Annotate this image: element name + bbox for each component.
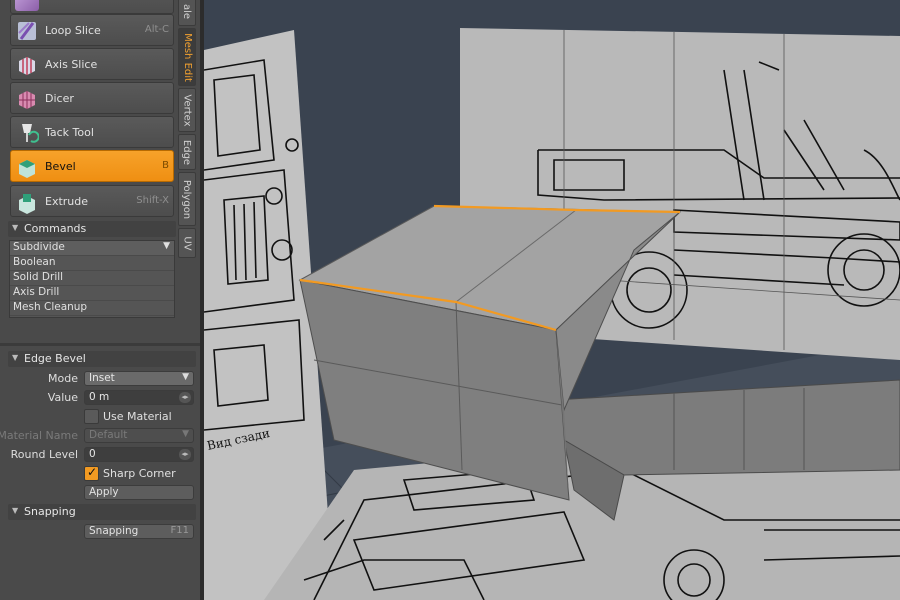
- command-axis-drill[interactable]: Axis Drill: [10, 286, 174, 301]
- collapse-triangle-icon: ▼: [12, 353, 19, 362]
- tool-panel: Loop Slice Alt-C Axis Slice Dicer Tack T…: [0, 0, 200, 600]
- tool-icon: [15, 0, 39, 11]
- commands-list: Subdivide ▼ Boolean Solid Drill Axis Dri…: [9, 240, 175, 318]
- tool-label: Bevel: [45, 160, 76, 173]
- spinner-icon[interactable]: ◂▸: [179, 449, 191, 460]
- sharp-corner-label: Sharp Corner: [103, 467, 176, 480]
- tool-label: Dicer: [45, 92, 74, 105]
- loop-slice-button[interactable]: Loop Slice Alt-C: [10, 14, 174, 46]
- mode-value: Inset: [89, 372, 115, 384]
- tool-shortcut: Alt-C: [144, 24, 169, 35]
- material-name-label: Material Name: [0, 429, 78, 442]
- command-label: Boolean: [13, 256, 56, 268]
- round-level-value: 0: [89, 448, 96, 460]
- chevron-down-icon[interactable]: ▼: [163, 241, 170, 251]
- edge-bevel-header[interactable]: ▼ Edge Bevel: [8, 351, 196, 367]
- tool-label: Extrude: [45, 195, 89, 208]
- tab-scale[interactable]: ale: [178, 0, 196, 26]
- command-subdivide[interactable]: Subdivide ▼: [10, 241, 174, 256]
- extrude-icon: [15, 190, 39, 214]
- tab-vertex[interactable]: Vertex: [178, 88, 196, 132]
- vertical-tab-bar: ale Mesh Edit Vertex Edge Polygon UV: [178, 0, 196, 262]
- panel-separator: [0, 343, 200, 346]
- apply-label: Apply: [89, 486, 119, 498]
- bevel-icon: [15, 155, 39, 179]
- chevron-down-icon: ▼: [182, 372, 189, 382]
- viewport-scene: Вид сзади: [204, 0, 900, 600]
- tool-label: Tack Tool: [45, 126, 94, 139]
- round-level-label: Round Level: [10, 448, 78, 461]
- axis-slice-icon: [15, 53, 39, 77]
- command-boolean[interactable]: Boolean: [10, 256, 174, 271]
- snapping-shortcut: F11: [170, 525, 189, 536]
- value-value: 0 m: [89, 391, 110, 403]
- commands-header[interactable]: ▼ Commands: [8, 221, 176, 237]
- material-name-select[interactable]: Default ▼: [84, 428, 194, 443]
- command-label: Axis Drill: [13, 286, 60, 298]
- tab-label: Vertex: [181, 93, 193, 127]
- dicer-button[interactable]: Dicer: [10, 82, 174, 114]
- 3d-viewport[interactable]: Вид сзади: [204, 0, 900, 600]
- commands-title: Commands: [24, 222, 87, 235]
- chevron-down-icon: ▼: [182, 429, 189, 439]
- command-label: Subdivide: [13, 241, 65, 253]
- sharp-corner-checkbox[interactable]: [84, 465, 99, 481]
- tab-label: UV: [181, 235, 193, 251]
- tool-button-partial[interactable]: [10, 0, 174, 14]
- tool-shortcut: Shift-X: [136, 195, 169, 206]
- tack-tool-button[interactable]: Tack Tool: [10, 116, 174, 148]
- extrude-button[interactable]: Extrude Shift-X: [10, 185, 174, 217]
- tab-label: Polygon: [181, 179, 193, 219]
- mode-label: Mode: [48, 372, 78, 385]
- round-level-input[interactable]: 0 ◂▸: [84, 447, 194, 462]
- command-mesh-cleanup[interactable]: Mesh Cleanup: [10, 301, 174, 316]
- axis-slice-button[interactable]: Axis Slice: [10, 48, 174, 80]
- command-label: Solid Drill: [13, 271, 64, 283]
- tab-mesh-edit[interactable]: Mesh Edit: [178, 28, 196, 86]
- edge-bevel-title: Edge Bevel: [24, 352, 86, 365]
- command-label: Mesh Cleanup: [13, 301, 88, 313]
- apply-button[interactable]: Apply: [84, 485, 194, 500]
- tab-label: ale: [181, 3, 193, 19]
- snapping-title: Snapping: [24, 505, 76, 518]
- tab-edge[interactable]: Edge: [178, 134, 196, 170]
- snapping-header[interactable]: ▼ Snapping: [8, 504, 196, 520]
- mode-select[interactable]: Inset ▼: [84, 371, 194, 386]
- tab-uv[interactable]: UV: [178, 228, 196, 258]
- tack-tool-icon: [15, 121, 40, 145]
- spinner-icon[interactable]: ◂▸: [179, 392, 191, 403]
- use-material-label: Use Material: [103, 410, 172, 423]
- snapping-button[interactable]: Snapping F11: [84, 524, 194, 539]
- collapse-triangle-icon: ▼: [12, 506, 19, 515]
- value-input[interactable]: 0 m ◂▸: [84, 390, 194, 405]
- value-label: Value: [47, 391, 78, 404]
- tab-label: Edge: [181, 139, 193, 165]
- dicer-icon: [15, 87, 39, 111]
- snapping-label: Snapping: [89, 525, 139, 537]
- tab-label: Mesh Edit: [181, 32, 193, 82]
- tool-label: Loop Slice: [45, 24, 101, 37]
- command-solid-drill[interactable]: Solid Drill: [10, 271, 174, 286]
- tool-label: Axis Slice: [45, 58, 98, 71]
- bevel-button[interactable]: Bevel B: [10, 150, 174, 182]
- material-name-value: Default: [89, 429, 128, 441]
- loop-slice-icon: [15, 19, 39, 43]
- tab-polygon[interactable]: Polygon: [178, 172, 196, 226]
- use-material-checkbox[interactable]: [84, 409, 99, 424]
- tool-shortcut: B: [162, 160, 169, 171]
- collapse-triangle-icon: ▼: [12, 223, 19, 232]
